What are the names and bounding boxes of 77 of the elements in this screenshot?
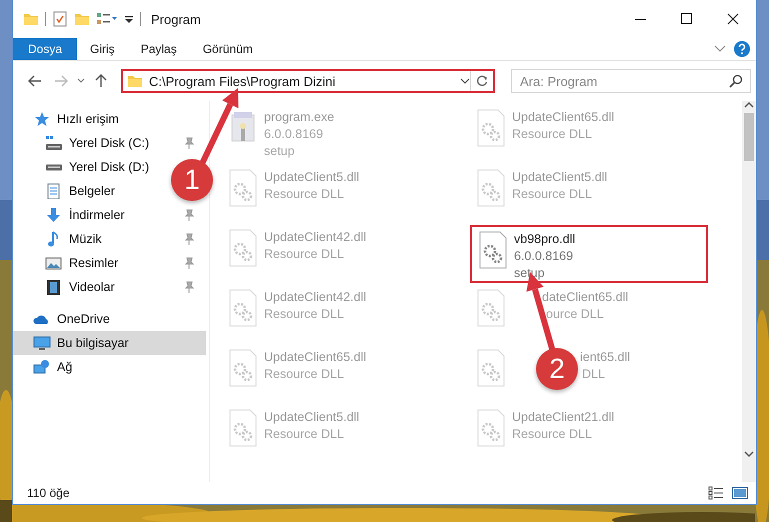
gears-file-icon: [476, 349, 506, 387]
download-arrow-icon: [45, 207, 63, 223]
scroll-thumb[interactable]: [744, 113, 754, 161]
window-title: Program: [151, 12, 201, 26]
ribbon-tab[interactable]: Giriş: [77, 38, 128, 60]
tiles-view-icon[interactable]: [732, 486, 748, 500]
drive-icon: [45, 135, 63, 151]
file-detail: Resource DLL: [264, 426, 345, 443]
ribbon-tab[interactable]: Görünüm: [190, 38, 266, 60]
star-icon: [33, 111, 51, 127]
up-icon[interactable]: [95, 74, 107, 88]
search-field[interactable]: Ara: Program: [511, 69, 751, 93]
chevron-icon[interactable]: [714, 45, 726, 53]
file-detail: 6.0.0.8169: [264, 126, 324, 143]
pin-icon[interactable]: [184, 257, 194, 269]
sidebar-item[interactable]: OneDrive: [13, 307, 116, 331]
film-icon: [45, 279, 63, 295]
file-detail: Resource DLL: [512, 126, 593, 143]
sidebar-item[interactable]: Ağ: [13, 355, 78, 379]
file-detail: Resource DLL: [264, 246, 345, 263]
maximize-icon[interactable]: [681, 13, 693, 25]
network-icon: [33, 359, 51, 375]
picture-icon: [45, 255, 63, 271]
pin-icon[interactable]: [184, 233, 194, 245]
sidebar-item[interactable]: Resimler: [13, 251, 206, 275]
sidebar-item[interactable]: Yerel Disk (C:): [13, 131, 206, 155]
file-detail: Resource DLL: [264, 186, 345, 203]
sidebar-item[interactable]: Bu bilgisayar: [13, 331, 206, 355]
file-detail: Resource DLL: [512, 186, 593, 203]
gears-file-icon: [228, 229, 258, 267]
layout-icon[interactable]: [96, 11, 118, 27]
gears-file-icon: [228, 409, 258, 447]
gears-file-icon: [228, 289, 258, 327]
gears-file-icon: [476, 109, 506, 147]
scrollbar[interactable]: [742, 101, 756, 482]
gears-file-icon: [476, 289, 506, 327]
help-icon[interactable]: [734, 41, 750, 57]
pin-icon[interactable]: [184, 281, 194, 293]
gears-file-icon: [476, 409, 506, 447]
back-icon[interactable]: [28, 75, 42, 87]
sidebar-item[interactable]: Belgeler: [13, 179, 121, 203]
file-detail: 6.0.0.8169: [514, 248, 574, 265]
file-detail: setup: [264, 143, 296, 160]
address-bar[interactable]: C:\Program Files\Program Dizini: [121, 69, 495, 93]
properties-icon[interactable]: [52, 11, 68, 27]
details-view-icon[interactable]: [708, 486, 724, 500]
file-name[interactable]: vb98pro.dll: [514, 231, 576, 248]
dropdown-icon[interactable]: [77, 78, 85, 84]
close-icon[interactable]: [727, 13, 739, 25]
sidebar-item[interactable]: Videolar: [13, 275, 206, 299]
item-count: 110 öğe: [27, 486, 70, 500]
gears-file-icon: [228, 169, 258, 207]
drive-icon: [45, 164, 63, 170]
file-detail: ource DLL: [546, 306, 605, 323]
folder-icon: [127, 73, 143, 89]
pin-icon[interactable]: [184, 209, 194, 221]
refresh-icon[interactable]: [476, 75, 488, 87]
dropdown-icon[interactable]: [460, 78, 470, 84]
gears-file-icon: [228, 349, 258, 387]
ribbon-tab[interactable]: Dosya: [13, 38, 78, 60]
monitor-icon: [33, 335, 51, 351]
scroll-up-icon[interactable]: [744, 101, 754, 109]
sidebar-item[interactable]: Yerel Disk (D:): [13, 155, 156, 179]
file-detail: Resource DLL: [512, 426, 593, 443]
gears-file-icon: [476, 169, 506, 207]
sidebar-item[interactable]: Müzik: [13, 227, 206, 251]
file-detail: DLL: [582, 366, 606, 383]
sidebar-item[interactable]: Hızlı erişim: [13, 107, 125, 131]
gears-file-icon: [478, 231, 508, 269]
sidebar-item[interactable]: İndirmeler: [13, 203, 206, 227]
folder-icon: [23, 11, 39, 27]
file-detail: Resource DLL: [264, 306, 345, 323]
ribbon-tab[interactable]: Paylaş: [128, 38, 190, 60]
scroll-down-icon[interactable]: [744, 450, 754, 458]
search-icon[interactable]: [729, 74, 743, 88]
file-detail: Resource DLL: [264, 366, 345, 383]
pin-icon[interactable]: [184, 137, 194, 149]
